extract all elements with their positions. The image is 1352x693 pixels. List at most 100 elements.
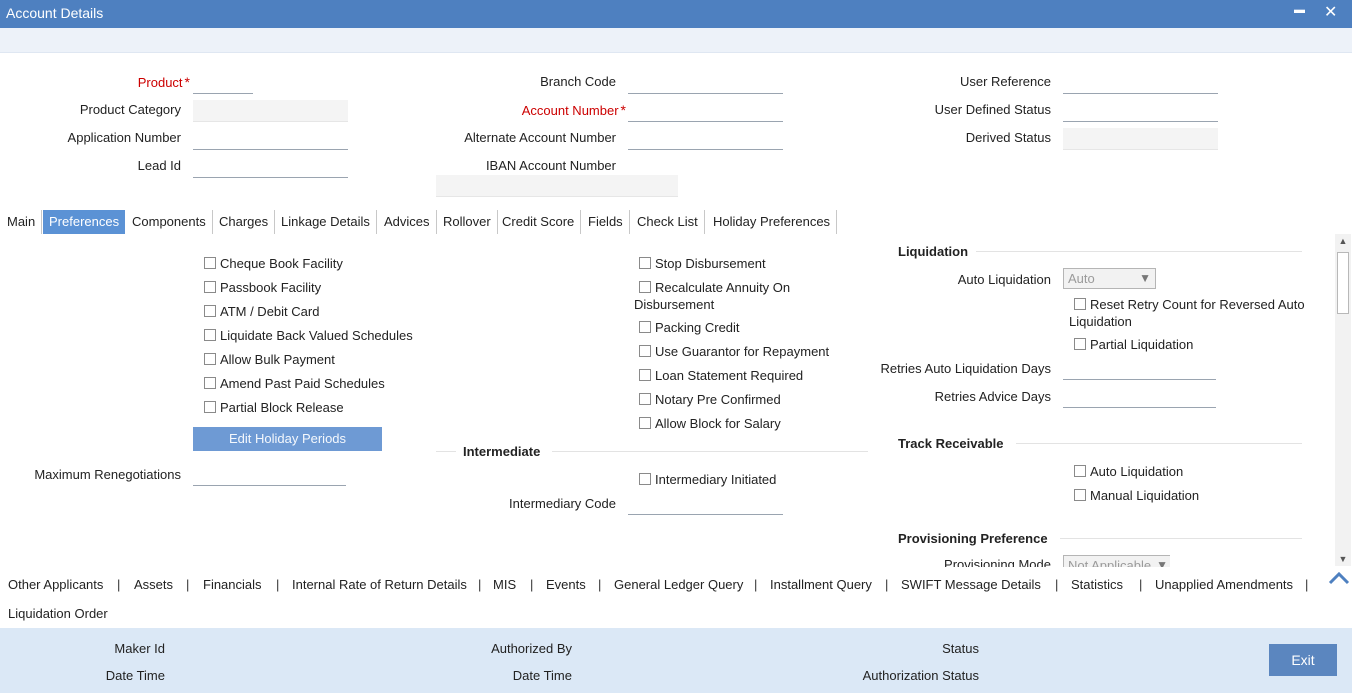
provisioning-mode-select[interactable]: Not Applicable ▼ <box>1063 555 1170 567</box>
alternate-account-number-input[interactable] <box>628 128 783 150</box>
tab-advices[interactable]: Advices <box>378 210 437 234</box>
cheque-book-facility-checkbox[interactable]: Cheque Book Facility <box>204 256 343 272</box>
tab-holiday-preferences[interactable]: Holiday Preferences <box>707 210 838 234</box>
checkbox-box[interactable] <box>1074 489 1086 501</box>
select-value: Not Applicable <box>1068 558 1152 567</box>
stop-disbursement-checkbox[interactable]: Stop Disbursement <box>639 256 766 272</box>
link-assets[interactable]: Assets <box>134 577 173 592</box>
scrollbar-thumb[interactable] <box>1337 252 1349 314</box>
checkbox-box[interactable] <box>639 345 651 357</box>
vertical-scrollbar[interactable]: ▲ ▼ <box>1335 234 1351 566</box>
auto-liquidation-select[interactable]: Auto ▼ <box>1063 268 1156 289</box>
partial-liquidation-checkbox[interactable]: Partial Liquidation <box>1074 337 1193 353</box>
audit-footer <box>0 628 1352 693</box>
link-events[interactable]: Events <box>546 577 586 592</box>
liquidate-back-valued-checkbox[interactable]: Liquidate Back Valued Schedules <box>204 328 413 344</box>
retries-auto-liquidation-days-input[interactable] <box>1063 358 1216 380</box>
minimize-icon[interactable]: ▬ <box>1294 4 1305 16</box>
tab-preferences[interactable]: Preferences <box>43 210 126 234</box>
checkbox-box[interactable] <box>1074 465 1086 477</box>
chevron-down-icon: ▼ <box>1156 558 1168 567</box>
scroll-up-icon[interactable]: ▲ <box>1338 236 1348 246</box>
tab-credit-score[interactable]: Credit Score <box>496 210 582 234</box>
checkbox-label: Reset Retry Count for Reversed Auto <box>1090 297 1305 312</box>
reset-retry-count-label-line2: Liquidation <box>1069 314 1132 329</box>
product-category-field <box>193 100 348 122</box>
max-renegotiations-input[interactable] <box>193 464 346 486</box>
checkbox-box[interactable] <box>639 257 651 269</box>
track-auto-liquidation-checkbox[interactable]: Auto Liquidation <box>1074 464 1183 480</box>
lead-id-input[interactable] <box>193 156 348 178</box>
checkbox-box[interactable] <box>204 377 216 389</box>
allow-bulk-payment-checkbox[interactable]: Allow Bulk Payment <box>204 352 335 368</box>
amend-past-paid-checkbox[interactable]: Amend Past Paid Schedules <box>204 376 385 392</box>
checkbox-label: Liquidate Back Valued Schedules <box>220 328 413 343</box>
partial-block-release-checkbox[interactable]: Partial Block Release <box>204 400 344 416</box>
checkbox-box[interactable] <box>204 281 216 293</box>
loan-statement-required-checkbox[interactable]: Loan Statement Required <box>639 368 803 384</box>
tab-main[interactable]: Main <box>1 210 43 234</box>
intermediary-initiated-checkbox[interactable]: Intermediary Initiated <box>639 472 776 488</box>
use-guarantor-checkbox[interactable]: Use Guarantor for Repayment <box>639 344 829 360</box>
tab-fields[interactable]: Fields <box>582 210 630 234</box>
checkbox-box[interactable] <box>204 305 216 317</box>
link-statistics[interactable]: Statistics <box>1071 577 1123 592</box>
tab-charges[interactable]: Charges <box>213 210 276 234</box>
tab-rollover[interactable]: Rollover <box>437 210 498 234</box>
tab-check-list[interactable]: Check List <box>631 210 705 234</box>
edit-holiday-periods-button[interactable]: Edit Holiday Periods <box>193 427 382 451</box>
account-number-input[interactable] <box>628 100 783 122</box>
collapse-up-icon[interactable] <box>1328 571 1350 585</box>
section-divider <box>1016 443 1302 444</box>
user-reference-input[interactable] <box>1063 72 1218 94</box>
packing-credit-checkbox[interactable]: Packing Credit <box>639 320 740 336</box>
tab-linkage-details[interactable]: Linkage Details <box>275 210 377 234</box>
allow-block-for-salary-checkbox[interactable]: Allow Block for Salary <box>639 416 781 432</box>
scroll-down-icon[interactable]: ▼ <box>1338 554 1348 564</box>
link-installment-query[interactable]: Installment Query <box>770 577 872 592</box>
tab-components[interactable]: Components <box>126 210 213 234</box>
branch-code-input[interactable] <box>628 72 783 94</box>
section-divider <box>1060 538 1302 539</box>
user-defined-status-input[interactable] <box>1063 100 1218 122</box>
recalculate-annuity-checkbox[interactable]: Recalculate Annuity On <box>639 280 790 296</box>
application-number-input[interactable] <box>193 128 348 150</box>
link-other-applicants[interactable]: Other Applicants <box>8 577 103 592</box>
reset-retry-count-checkbox[interactable]: Reset Retry Count for Reversed Auto <box>1074 297 1305 313</box>
intermediary-code-input[interactable] <box>628 493 783 515</box>
link-unapplied-amendments[interactable]: Unapplied Amendments <box>1155 577 1293 592</box>
checkbox-box[interactable] <box>204 401 216 413</box>
iban-account-number-label: IBAN Account Number <box>485 158 616 173</box>
checkbox-box[interactable] <box>639 417 651 429</box>
link-internal-rate-of-return[interactable]: Internal Rate of Return Details <box>292 577 467 592</box>
retries-advice-days-input[interactable] <box>1063 386 1216 408</box>
exit-button[interactable]: Exit <box>1269 644 1337 676</box>
checkbox-box[interactable] <box>204 329 216 341</box>
link-mis[interactable]: MIS <box>493 577 516 592</box>
track-manual-liquidation-checkbox[interactable]: Manual Liquidation <box>1074 488 1199 504</box>
checkbox-box[interactable] <box>204 257 216 269</box>
product-input[interactable] <box>193 72 253 94</box>
toolbar-strip <box>0 28 1352 53</box>
checkbox-box[interactable] <box>639 393 651 405</box>
recalculate-annuity-label-line2: Disbursement <box>634 297 715 312</box>
atm-debit-card-checkbox[interactable]: ATM / Debit Card <box>204 304 319 320</box>
checkbox-box[interactable] <box>1074 338 1086 350</box>
checkbox-box[interactable] <box>204 353 216 365</box>
link-separator: | <box>1305 577 1309 592</box>
link-general-ledger-query[interactable]: General Ledger Query <box>614 577 743 592</box>
link-swift-message-details[interactable]: SWIFT Message Details <box>901 577 1041 592</box>
link-liquidation-order[interactable]: Liquidation Order <box>8 606 108 621</box>
link-financials[interactable]: Financials <box>203 577 262 592</box>
passbook-facility-checkbox[interactable]: Passbook Facility <box>204 280 321 296</box>
checkbox-box[interactable] <box>639 369 651 381</box>
notary-pre-confirmed-checkbox[interactable]: Notary Pre Confirmed <box>639 392 781 408</box>
sub-screen-links: Other Applicants | Assets | Financials |… <box>0 567 1352 628</box>
checkbox-box[interactable] <box>639 321 651 333</box>
checkbox-label: Passbook Facility <box>220 280 322 295</box>
checkbox-box[interactable] <box>639 281 651 293</box>
close-icon[interactable]: ✕ <box>1324 2 1337 22</box>
user-reference-label: User Reference <box>959 74 1051 89</box>
checkbox-box[interactable] <box>639 473 651 485</box>
checkbox-box[interactable] <box>1074 298 1086 310</box>
